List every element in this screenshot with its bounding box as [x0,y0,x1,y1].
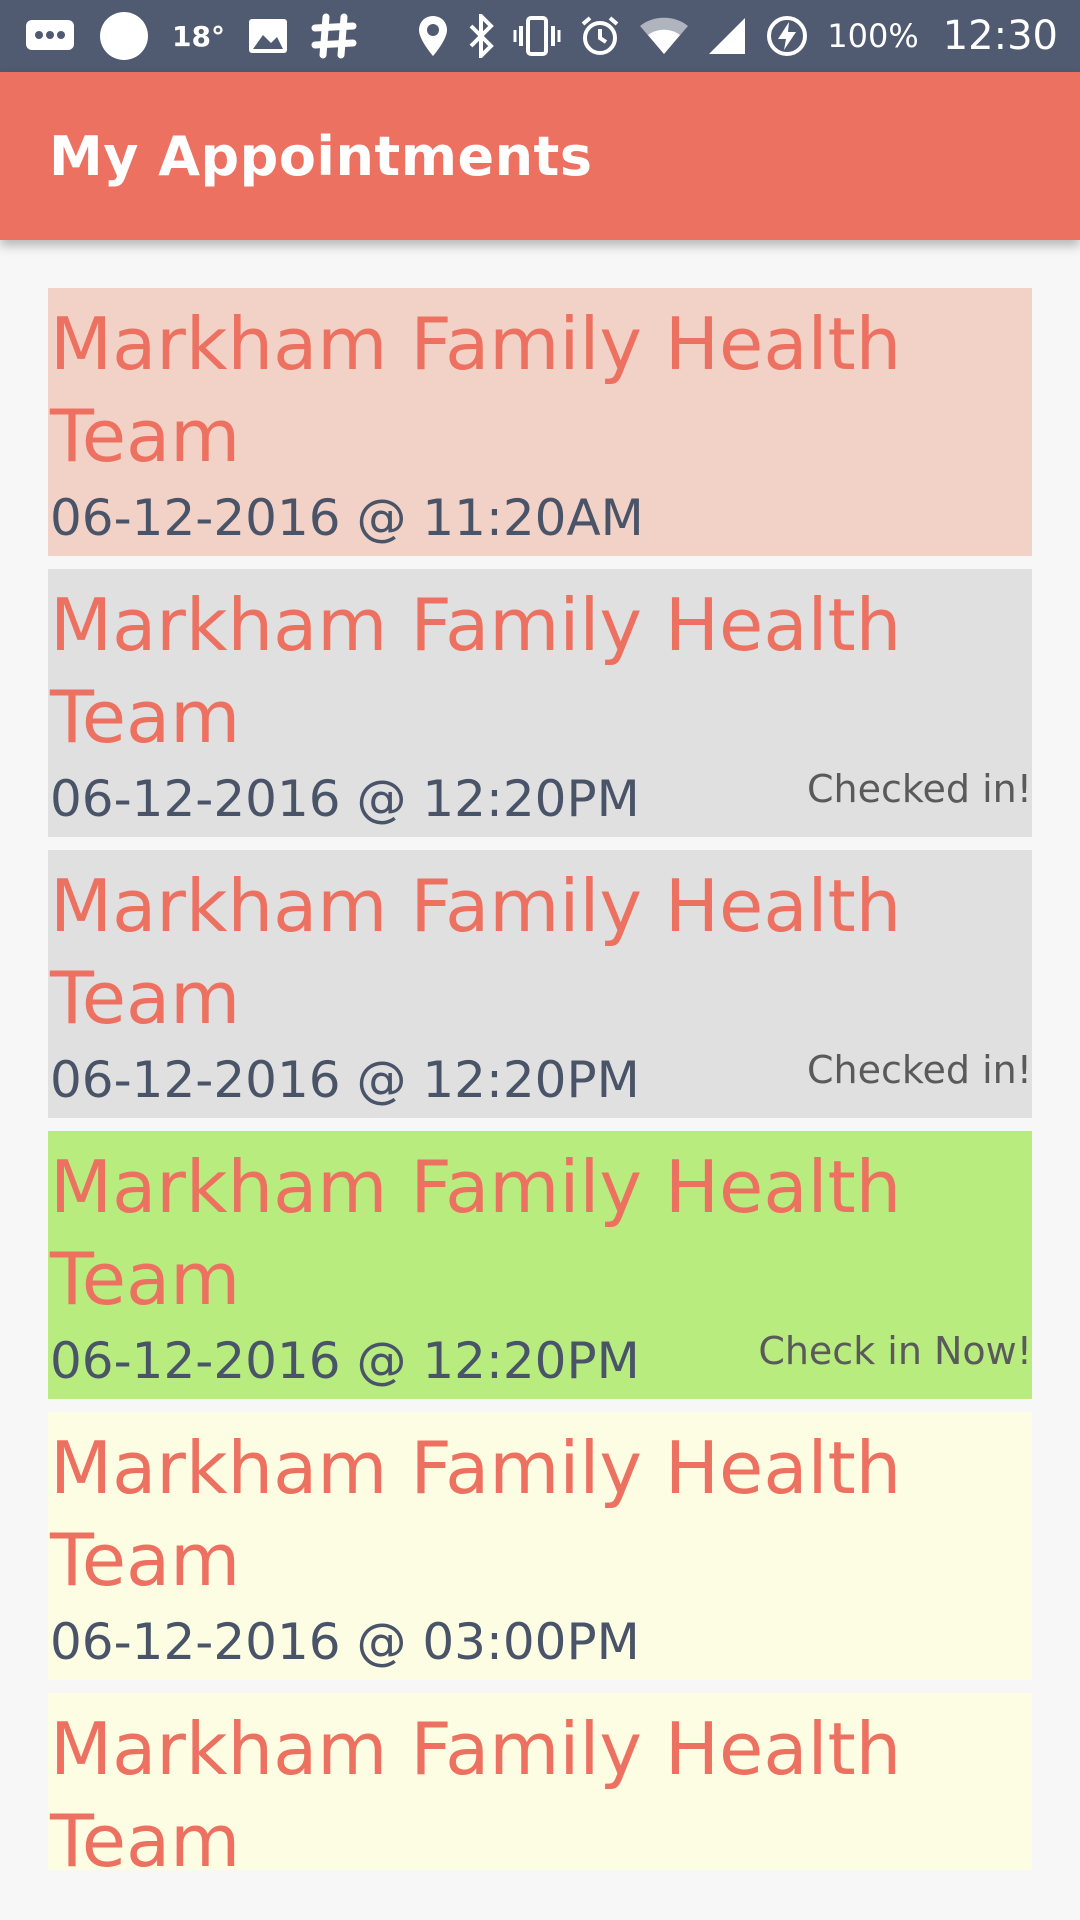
appointment-list[interactable]: Markham Family Health Team 06-12-2016 @ … [48,288,1032,1870]
appointment-datetime: 06-12-2016 @ 12:20PM [50,770,640,828]
status-bar-left: 18° [24,12,379,60]
appointment-clinic-name: Markham Family Health Team [50,302,902,478]
appointment-clinic-name: Markham Family Health Team [50,1707,902,1870]
appointment-datetime: 06-12-2016 @ 11:20AM [50,489,644,547]
slack-icon [311,12,357,60]
appointment-card[interactable]: Markham Family Health Team 06-12-2016 @ … [48,569,1032,837]
battery-percentage: 100% [827,17,919,55]
appointment-datetime: 06-12-2016 @ 12:20PM [50,1051,640,1109]
appointment-status: Checked in! [807,767,1032,811]
wifi-icon [639,12,689,60]
appointment-clinic-name: Markham Family Health Team [50,1426,902,1602]
appointment-card[interactable]: Markham Family Health Team 06-12-2016 @ … [48,1131,1032,1399]
temperature-label: 18° [172,19,225,53]
check-in-now-link[interactable]: Check in Now! [758,1327,1032,1375]
page-title: My Appointments [49,124,593,188]
clock: 12:30 [942,13,1058,59]
appointment-clinic-name: Markham Family Health Team [50,583,902,759]
alarm-icon [579,12,621,60]
appointment-card[interactable]: Markham Family Health Team 06-12-2016 @ … [48,1412,1032,1680]
bluetooth-icon [467,12,495,60]
appointment-clinic-name: Markham Family Health Team [50,864,902,1040]
vibrate-icon [513,12,561,60]
battery-saver-icon [765,12,809,60]
circle-icon [98,12,150,60]
appointment-card[interactable]: Markham Family Health Team 06-12-2016 @ … [48,288,1032,556]
signal-icon [707,12,747,60]
appointment-card[interactable]: Markham Family Health Team [48,1693,1032,1870]
appointment-clinic-name: Markham Family Health Team [50,1145,902,1321]
image-icon [247,12,289,60]
status-bar: 18° 100% 12:30 [0,0,1080,72]
status-bar-right: 100% 12:30 [417,12,1058,60]
location-icon [417,12,449,60]
appointment-datetime: 06-12-2016 @ 12:20PM [50,1332,640,1390]
appointment-card[interactable]: Markham Family Health Team 06-12-2016 @ … [48,850,1032,1118]
appointment-datetime: 06-12-2016 @ 03:00PM [50,1613,640,1671]
app-bar: My Appointments [0,72,1080,240]
message-icon [24,12,76,60]
appointment-status: Checked in! [807,1048,1032,1092]
